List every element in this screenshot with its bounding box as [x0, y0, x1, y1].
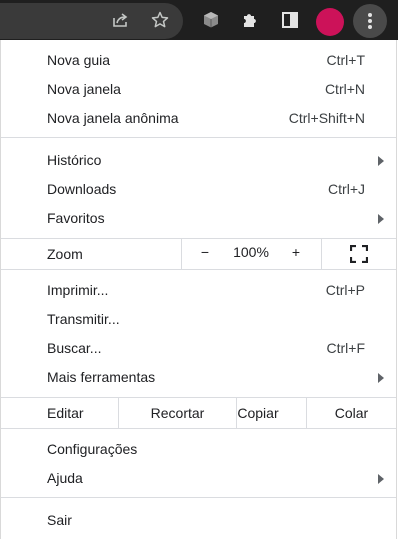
- extension-box-icon[interactable]: [199, 8, 223, 32]
- shortcut-label: Ctrl+F: [326, 340, 366, 356]
- menu-item-label: Sair: [47, 512, 72, 528]
- menu-item-label: Histórico: [47, 152, 102, 168]
- menu-item-label: Transmitir...: [47, 311, 120, 327]
- zoom-out-button[interactable]: −: [195, 244, 215, 260]
- menu-item-label: Mais ferramentas: [47, 369, 156, 385]
- menu-item-label: Favoritos: [47, 210, 105, 226]
- menu-item-cast[interactable]: Transmitir...: [1, 305, 396, 334]
- menu-item-exit[interactable]: Sair: [1, 506, 396, 535]
- menu-item-label: Ajuda: [47, 470, 83, 486]
- browser-menu: Nova guia Ctrl+T Nova janela Ctrl+N Nova…: [0, 40, 397, 539]
- menu-item-label: Configurações: [47, 441, 138, 457]
- menu-item-label: Imprimir...: [47, 282, 109, 298]
- zoom-label: Zoom: [47, 246, 83, 262]
- zoom-divider: [181, 239, 182, 269]
- menu-item-label: Buscar...: [47, 340, 102, 356]
- paste-button[interactable]: Colar: [307, 405, 396, 421]
- zoom-level: 100%: [233, 244, 269, 260]
- side-panel-icon[interactable]: [278, 8, 302, 32]
- copy-button[interactable]: Copiar: [237, 405, 279, 421]
- menu-item-print[interactable]: Imprimir... Ctrl+P: [1, 276, 396, 305]
- star-icon[interactable]: [148, 8, 172, 32]
- menu-item-help[interactable]: Ajuda: [1, 464, 396, 493]
- browser-toolbar: [0, 0, 398, 40]
- menu-item-label: Nova janela: [47, 81, 121, 97]
- menu-separator: [1, 137, 396, 138]
- menu-item-settings[interactable]: Configurações: [1, 435, 396, 464]
- share-icon[interactable]: [108, 8, 132, 32]
- menu-separator: [1, 428, 396, 429]
- shortcut-label: Ctrl+T: [326, 52, 366, 68]
- zoom-row: Zoom − 100% +: [1, 239, 396, 269]
- menu-item-label: Downloads: [47, 181, 117, 197]
- submenu-arrow-icon: [378, 156, 384, 166]
- fullscreen-icon[interactable]: [349, 244, 369, 266]
- shortcut-label: Ctrl+J: [328, 181, 365, 197]
- edit-label: Editar: [47, 405, 84, 421]
- menu-item-new-window[interactable]: Nova janela Ctrl+N: [1, 75, 396, 104]
- menu-item-find[interactable]: Buscar... Ctrl+F: [1, 334, 396, 363]
- cut-button[interactable]: Recortar: [119, 405, 236, 421]
- puzzle-icon[interactable]: [238, 8, 262, 32]
- menu-item-label: Nova janela anônima: [47, 110, 179, 126]
- submenu-arrow-icon: [378, 474, 384, 484]
- submenu-arrow-icon: [378, 214, 384, 224]
- edit-row: Editar Recortar Copiar Colar: [1, 398, 396, 428]
- menu-separator: [1, 269, 396, 270]
- menu-item-incognito[interactable]: Nova janela anônima Ctrl+Shift+N: [1, 104, 396, 133]
- zoom-in-button[interactable]: +: [286, 244, 306, 260]
- submenu-arrow-icon: [378, 373, 384, 383]
- menu-item-downloads[interactable]: Downloads Ctrl+J: [1, 175, 396, 204]
- avatar[interactable]: [316, 8, 344, 36]
- menu-separator: [1, 497, 396, 498]
- zoom-divider: [321, 239, 322, 269]
- menu-item-history[interactable]: Histórico: [1, 146, 396, 175]
- menu-item-bookmarks[interactable]: Favoritos: [1, 204, 396, 233]
- shortcut-label: Ctrl+Shift+N: [288, 110, 365, 126]
- shortcut-label: Ctrl+N: [324, 81, 365, 97]
- menu-item-more-tools[interactable]: Mais ferramentas: [1, 363, 396, 392]
- kebab-menu-icon[interactable]: [353, 4, 387, 38]
- menu-item-label: Nova guia: [47, 52, 111, 68]
- menu-item-new-tab[interactable]: Nova guia Ctrl+T: [1, 46, 396, 75]
- shortcut-label: Ctrl+P: [325, 282, 365, 298]
